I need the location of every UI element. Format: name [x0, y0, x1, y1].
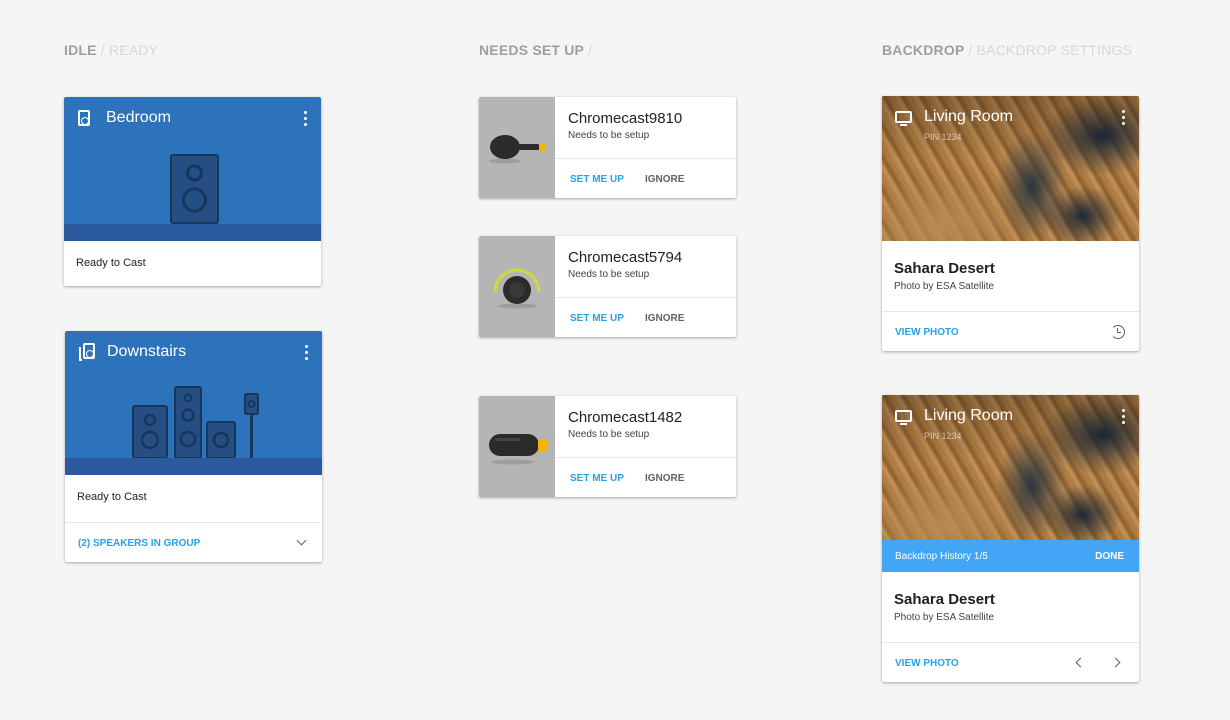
set-me-up-button[interactable]: SET ME UP [570, 313, 624, 324]
photo-credit: Photo by ESA Satellite [894, 612, 995, 623]
divider [555, 457, 736, 458]
speaker-status: Ready to Cast [77, 491, 147, 503]
speaker-status: Ready to Cast [76, 257, 146, 269]
column-title: NEEDS SET UP [479, 42, 584, 58]
speaker-icon [78, 110, 90, 126]
room-name: Living Room [924, 407, 1013, 424]
speaker-card-bedroom[interactable]: Bedroom Ready to Cast [64, 97, 321, 286]
backdrop-card-history[interactable]: Living Room PIN 1234 Backdrop History 1/… [882, 395, 1139, 682]
setup-card-chromecast1482: Chromecast1482 Needs to be setup SET ME … [479, 396, 736, 497]
speaker-group-icon [79, 343, 95, 361]
chromecast-dongle-icon [489, 135, 545, 164]
card-actions: VIEW PHOTO [882, 312, 1139, 351]
photo-info: Sahara Desert Photo by ESA Satellite [882, 241, 1139, 311]
more-vert-icon[interactable] [304, 345, 308, 361]
ignore-button[interactable]: IGNORE [645, 174, 684, 185]
column-header-setup: NEEDS SET UP / [479, 42, 592, 58]
device-name: Chromecast9810 [568, 110, 683, 127]
chromecast-audio-icon [493, 268, 541, 309]
column-header-idle: IDLE / READY [64, 42, 158, 58]
device-status: Needs to be setup [568, 130, 650, 141]
ignore-button[interactable]: IGNORE [645, 473, 684, 484]
pin-label: PIN 1234 [924, 132, 962, 142]
divider [555, 158, 736, 159]
device-name: Chromecast1482 [568, 409, 683, 426]
photo-title: Sahara Desert [894, 260, 995, 277]
setup-body: Chromecast1482 Needs to be setup SET ME … [555, 396, 736, 497]
speaker-name: Downstairs [107, 343, 187, 360]
speaker-name: Bedroom [106, 109, 171, 126]
setup-card-chromecast9810: Chromecast9810 Needs to be setup SET ME … [479, 97, 736, 198]
more-vert-icon[interactable] [1121, 409, 1125, 425]
chevron-left-icon[interactable] [1075, 657, 1086, 668]
speaker-group-illustration [132, 386, 259, 459]
card-actions: VIEW PHOTO [882, 643, 1139, 682]
backdrop-photo: Living Room PIN 1234 [882, 96, 1139, 241]
chromecast-image [479, 236, 555, 337]
tv-icon [895, 410, 912, 425]
speaker-hero: Downstairs [65, 331, 322, 475]
set-me-up-button[interactable]: SET ME UP [570, 473, 624, 484]
more-vert-icon[interactable] [303, 111, 307, 127]
speaker-hero: Bedroom [64, 97, 321, 241]
pin-label: PIN 1234 [924, 431, 962, 441]
column-subtitle: / [587, 42, 593, 58]
chromecast-image [479, 97, 555, 198]
chromecast-stick-icon [489, 434, 547, 465]
column-header-backdrop: BACKDROP / BACKDROP SETTINGS [882, 42, 1132, 58]
backdrop-card[interactable]: Living Room PIN 1234 Sahara Desert Photo… [882, 96, 1139, 351]
device-status: Needs to be setup [568, 429, 650, 440]
done-button[interactable]: DONE [1095, 551, 1124, 562]
column-title: BACKDROP [882, 42, 965, 58]
ignore-button[interactable]: IGNORE [645, 313, 684, 324]
speaker-card-downstairs[interactable]: Downstairs Ready to Cast (2) SPEAKERS IN… [65, 331, 322, 562]
history-icon[interactable] [1111, 325, 1125, 339]
speaker-illustration [170, 154, 219, 224]
history-label: Backdrop History 1/5 [895, 551, 988, 562]
more-vert-icon[interactable] [1121, 110, 1125, 126]
floor [65, 458, 322, 475]
divider [555, 297, 736, 298]
backdrop-photo: Living Room PIN 1234 [882, 395, 1139, 540]
chevron-right-icon[interactable] [1110, 657, 1121, 668]
view-photo-button[interactable]: VIEW PHOTO [895, 658, 959, 669]
photo-credit: Photo by ESA Satellite [894, 281, 995, 292]
device-status: Needs to be setup [568, 269, 650, 280]
photo-title: Sahara Desert [894, 591, 995, 608]
column-subtitle: / READY [100, 42, 159, 58]
setup-card-chromecast5794: Chromecast5794 Needs to be setup SET ME … [479, 236, 736, 337]
backdrop-history-bar: Backdrop History 1/5 DONE [882, 540, 1139, 572]
setup-body: Chromecast5794 Needs to be setup SET ME … [555, 236, 736, 337]
speakers-group-toggle[interactable]: (2) SPEAKERS IN GROUP [65, 523, 322, 562]
column-title: IDLE [64, 42, 97, 58]
column-subtitle: / BACKDROP SETTINGS [968, 42, 1133, 58]
chromecast-image [479, 396, 555, 497]
photo-info: Sahara Desert Photo by ESA Satellite [882, 572, 1139, 642]
floor [64, 224, 321, 241]
tv-icon [895, 111, 912, 126]
view-photo-button[interactable]: VIEW PHOTO [895, 327, 959, 338]
setup-body: Chromecast9810 Needs to be setup SET ME … [555, 97, 736, 198]
room-name: Living Room [924, 108, 1013, 125]
device-name: Chromecast5794 [568, 249, 683, 266]
group-label: (2) SPEAKERS IN GROUP [78, 538, 201, 549]
set-me-up-button[interactable]: SET ME UP [570, 174, 624, 185]
chevron-down-icon [296, 535, 307, 546]
